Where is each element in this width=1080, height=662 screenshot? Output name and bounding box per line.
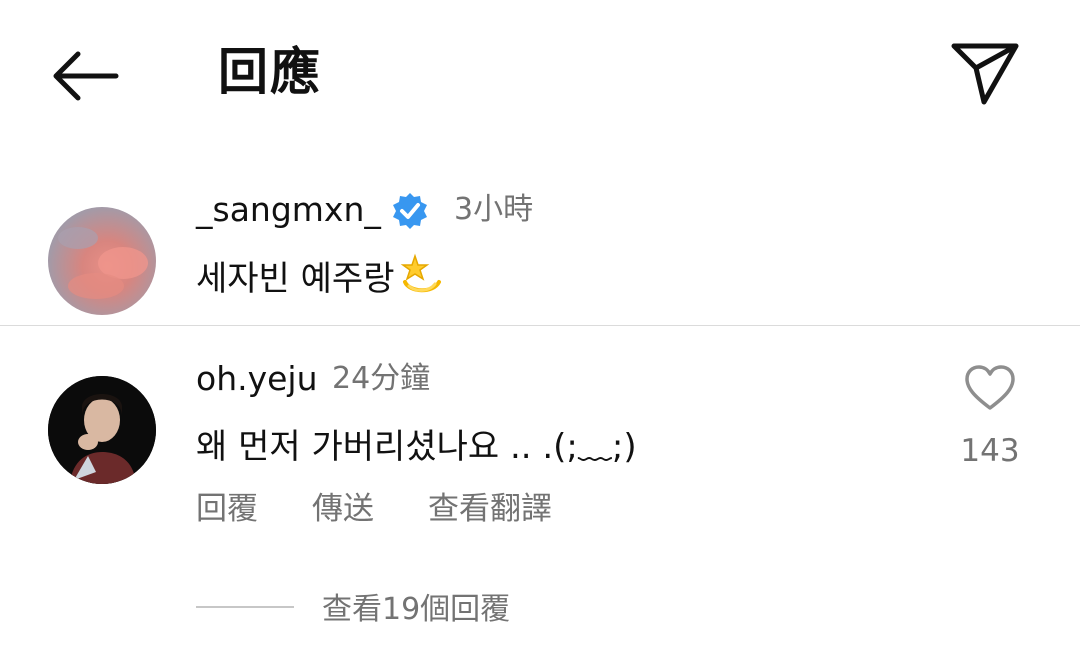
caption-text-content: 세자빈 예주랑 (196, 259, 395, 299)
dizzy-star-emoji-icon (399, 252, 443, 296)
paper-plane-icon (951, 43, 1019, 105)
avatar[interactable] (48, 207, 156, 315)
view-replies-button[interactable]: 查看19個回覆 (322, 586, 510, 634)
comment-username[interactable]: oh.yeju (196, 355, 318, 403)
translate-button[interactable]: 查看翻譯 (428, 485, 552, 533)
caption-text: 세자빈 예주랑 (196, 252, 443, 303)
caption-timestamp: 3小時 (454, 192, 534, 227)
like-count: 143 (960, 433, 1020, 469)
comment-text: 왜 먼저 가버리셨나요 .. .(;﹏;) (196, 427, 637, 467)
comment-timestamp: 24分鐘 (332, 361, 431, 396)
divider (0, 325, 1080, 326)
heart-outline-icon (965, 365, 1015, 410)
page-title: 回應 (218, 43, 322, 101)
replies-divider (196, 606, 294, 608)
reply-button[interactable]: 回覆 (196, 485, 258, 533)
back-button[interactable] (48, 44, 120, 108)
like-button[interactable] (964, 364, 1016, 412)
share-button[interactable]: 傳送 (312, 485, 374, 533)
caption-username[interactable]: _sangmxn_ (196, 186, 381, 234)
avatar[interactable] (48, 376, 156, 484)
verified-badge-icon (390, 191, 430, 231)
send-button[interactable] (948, 40, 1022, 106)
arrow-left-icon (53, 51, 119, 101)
